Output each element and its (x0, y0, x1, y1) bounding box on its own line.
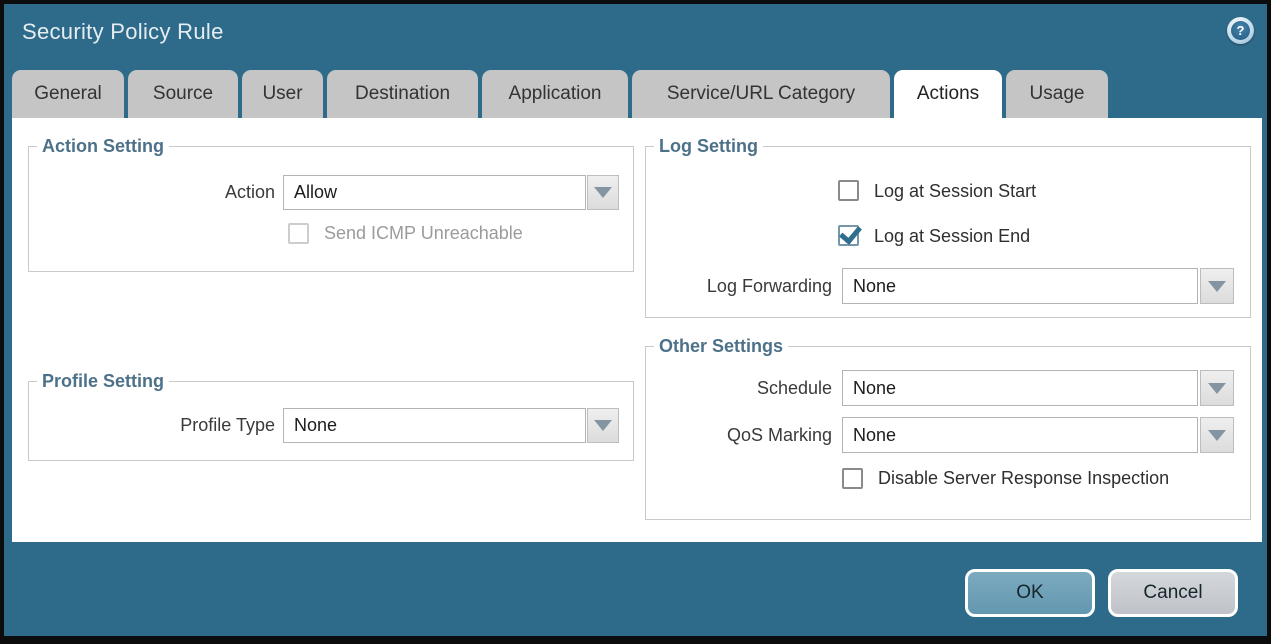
tab-user[interactable]: User (242, 70, 323, 118)
tab-destination[interactable]: Destination (327, 70, 478, 118)
disable-server-response-inspection-label: Disable Server Response Inspection (878, 468, 1169, 489)
log-at-session-start-label: Log at Session Start (874, 180, 1036, 202)
send-icmp-unreachable-label: Send ICMP Unreachable (324, 223, 523, 244)
schedule-dropdown-arrow-icon[interactable] (1200, 370, 1234, 406)
log-at-session-end-checkbox[interactable] (838, 225, 859, 246)
action-dropdown[interactable]: Allow (283, 175, 586, 210)
security-policy-rule-dialog: Security Policy Rule ? General Source Us… (0, 0, 1271, 644)
dialog-title: Security Policy Rule (22, 19, 224, 45)
qos-marking-dropdown-arrow-icon[interactable] (1200, 417, 1234, 453)
cancel-button[interactable]: Cancel (1108, 569, 1238, 617)
action-dropdown-arrow-icon[interactable] (587, 175, 619, 210)
help-icon[interactable]: ? (1227, 17, 1254, 44)
profile-type-dropdown[interactable]: None (283, 408, 586, 443)
log-setting-title: Log Setting (654, 136, 763, 157)
schedule-label: Schedule (572, 370, 832, 406)
profile-setting-title: Profile Setting (37, 371, 169, 392)
action-setting-title: Action Setting (37, 136, 169, 157)
log-forwarding-dropdown[interactable]: None (842, 268, 1198, 304)
ok-button[interactable]: OK (965, 569, 1095, 617)
schedule-dropdown[interactable]: None (842, 370, 1198, 406)
actions-tab-panel: Action Setting Action Allow Send ICMP Un… (12, 118, 1262, 542)
log-forwarding-dropdown-arrow-icon[interactable] (1200, 268, 1234, 304)
disable-server-response-inspection-checkbox[interactable] (842, 468, 863, 489)
tab-bar: General Source User Destination Applicat… (12, 70, 1108, 118)
qos-marking-dropdown[interactable]: None (842, 417, 1198, 453)
tab-actions[interactable]: Actions (894, 70, 1002, 118)
tab-general[interactable]: General (12, 70, 124, 118)
log-forwarding-label: Log Forwarding (572, 268, 832, 304)
other-settings-title: Other Settings (654, 336, 788, 357)
tab-service-url-category[interactable]: Service/URL Category (632, 70, 890, 118)
tab-source[interactable]: Source (128, 70, 238, 118)
tab-application[interactable]: Application (482, 70, 628, 118)
help-question-glyph: ? (1231, 21, 1250, 40)
send-icmp-unreachable-checkbox (288, 223, 309, 244)
qos-marking-label: QoS Marking (572, 417, 832, 453)
tab-usage[interactable]: Usage (1006, 70, 1108, 118)
log-at-session-end-label: Log at Session End (874, 225, 1030, 247)
action-label: Action (72, 175, 275, 210)
profile-type-label: Profile Type (72, 408, 275, 443)
log-at-session-start-checkbox[interactable] (838, 180, 859, 201)
